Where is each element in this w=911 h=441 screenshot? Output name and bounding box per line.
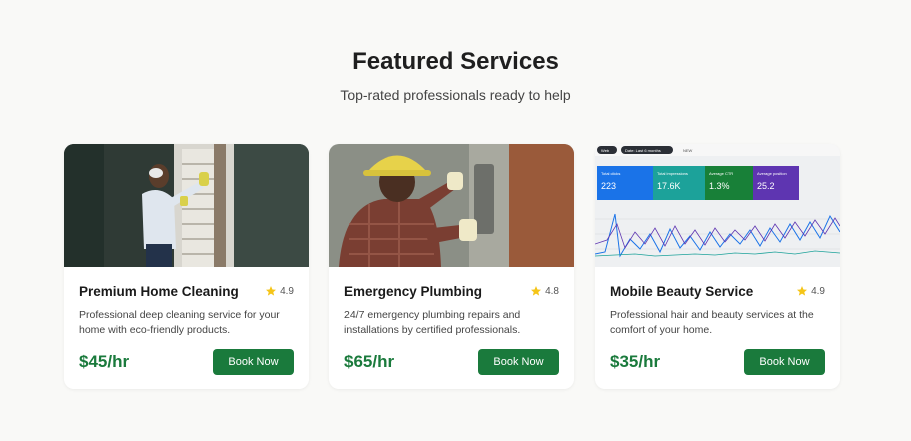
card-title: Premium Home Cleaning [79, 284, 239, 299]
plumbing-photo [329, 144, 574, 267]
metric-value: 1.3% [709, 181, 730, 191]
card-price: $45/hr [79, 352, 130, 371]
dash-tab-web: Web [601, 148, 610, 153]
book-now-button[interactable]: Book Now [213, 349, 294, 375]
card-description: Professional hair and beauty services at… [610, 309, 814, 336]
rating: 4.8 [530, 285, 559, 297]
card-description: Professional deep cleaning service for y… [79, 309, 280, 336]
rating: 4.9 [265, 285, 294, 297]
dash-tab-new: NEW [683, 148, 693, 153]
metric-label: Average CTR [709, 171, 733, 176]
card-description: 24/7 emergency plumbing repairs and inst… [344, 309, 521, 336]
metric-label: Total impressions [657, 171, 688, 176]
metric-value: 17.6K [657, 181, 681, 191]
rating-value: 4.9 [280, 285, 294, 297]
cleaning-photo [64, 144, 309, 267]
section-subtitle: Top-rated professionals ready to help [340, 87, 571, 103]
service-card-beauty[interactable]: Web Date: Last 6 months NEW Total clicks… [595, 144, 840, 389]
card-price: $35/hr [610, 352, 661, 371]
dash-tab-date: Date: Last 6 months [625, 148, 661, 153]
analytics-dashboard-photo: Web Date: Last 6 months NEW Total clicks… [595, 144, 840, 267]
star-icon [531, 286, 542, 296]
card-price: $65/hr [344, 352, 395, 371]
book-now-button[interactable]: Book Now [478, 349, 559, 375]
star-icon [266, 286, 277, 296]
star-icon [797, 286, 808, 296]
book-now-button[interactable]: Book Now [744, 349, 825, 375]
metric-value: 25.2 [757, 181, 775, 191]
service-card-plumbing[interactable]: Emergency Plumbing 4.8 24/7 emergency pl… [329, 144, 574, 389]
section-title: Featured Services [352, 48, 559, 75]
rating-value: 4.9 [811, 285, 825, 297]
card-title: Mobile Beauty Service [610, 284, 754, 299]
rating: 4.9 [796, 285, 825, 297]
card-title: Emergency Plumbing [344, 284, 483, 299]
metric-label: Average position [757, 171, 787, 176]
metric-value: 223 [601, 181, 616, 191]
metric-label: Total clicks [601, 171, 620, 176]
rating-value: 4.8 [545, 285, 559, 297]
service-card-cleaning[interactable]: Premium Home Cleaning 4.9 Professional d… [64, 144, 309, 389]
